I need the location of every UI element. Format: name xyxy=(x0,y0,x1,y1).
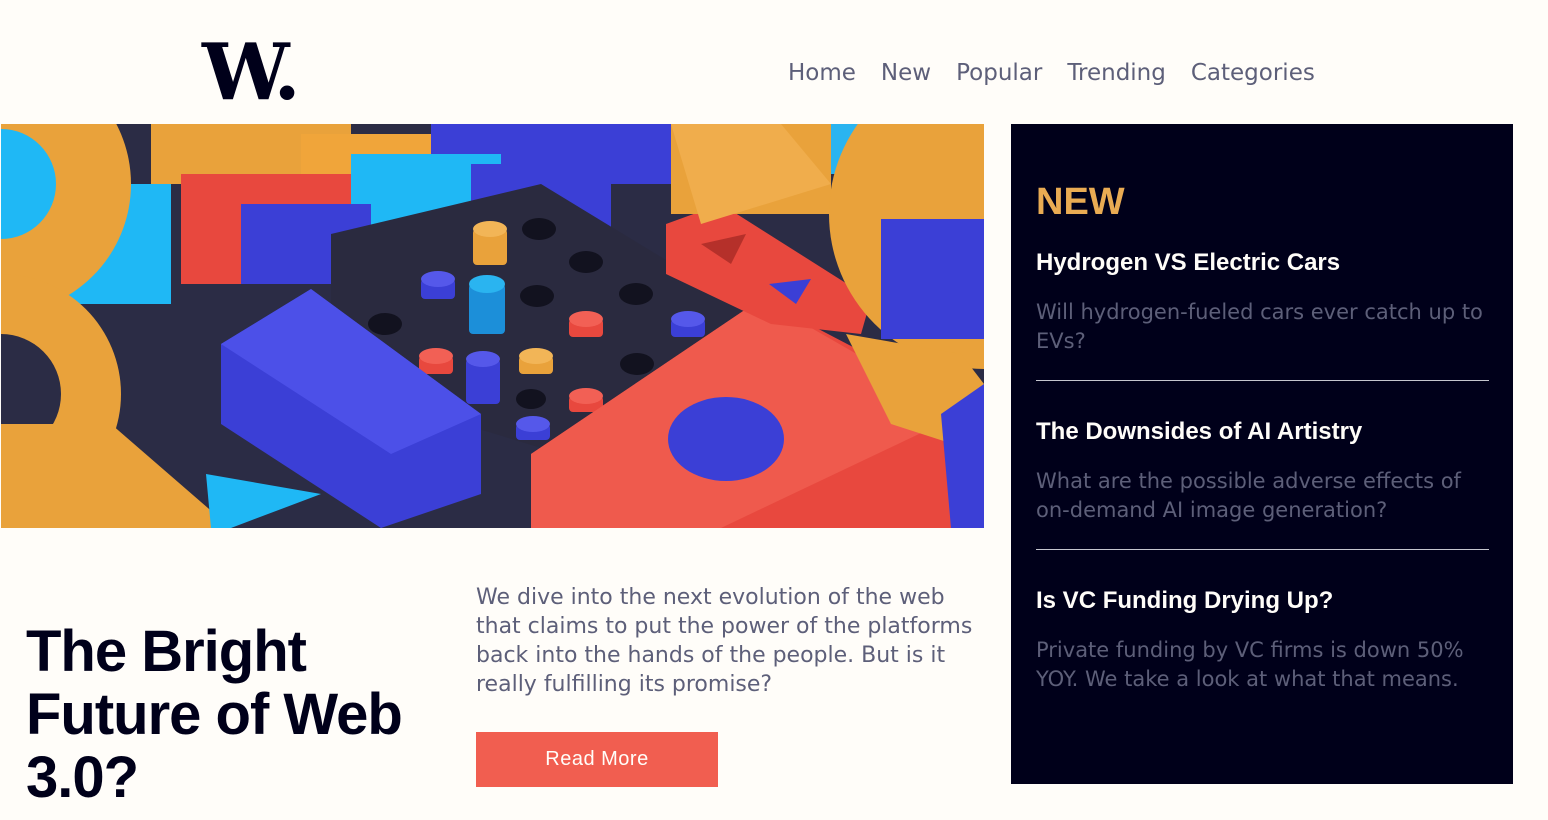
nav-home[interactable]: Home xyxy=(788,58,856,88)
new-article-item[interactable]: Is VC Funding Drying Up? Private funding… xyxy=(1036,586,1489,694)
nav-trending[interactable]: Trending xyxy=(1067,58,1166,88)
hero-image xyxy=(1,124,984,528)
divider xyxy=(1036,549,1489,550)
new-panel-heading: NEW xyxy=(1036,181,1125,223)
new-article-item[interactable]: Hydrogen VS Electric Cars Will hydrogen-… xyxy=(1036,248,1489,356)
nav-new[interactable]: New xyxy=(881,58,931,88)
new-articles-panel: NEW Hydrogen VS Electric Cars Will hydro… xyxy=(1011,124,1513,784)
divider xyxy=(1036,380,1489,381)
main-nav: Home New Popular Trending Categories xyxy=(788,58,1315,88)
nav-categories[interactable]: Categories xyxy=(1191,58,1315,88)
hero-headline: The Bright Future of Web 3.0? xyxy=(26,619,403,810)
nav-popular[interactable]: Popular xyxy=(956,58,1042,88)
new-article-summary: What are the possible adverse effects of… xyxy=(1036,469,1461,522)
read-more-button[interactable]: Read More xyxy=(476,732,718,787)
new-article-summary: Private funding by VC firms is down 50% … xyxy=(1036,638,1464,691)
site-logo[interactable]: W. xyxy=(202,34,301,112)
hero-illustration xyxy=(1,124,984,528)
new-article-summary: Will hydrogen-fueled cars ever catch up … xyxy=(1036,300,1483,353)
new-article-title[interactable]: The Downsides of AI Artistry xyxy=(1036,417,1489,447)
hero-description: We dive into the next evolution of the w… xyxy=(476,585,973,697)
new-article-item[interactable]: The Downsides of AI Artistry What are th… xyxy=(1036,417,1489,525)
new-article-title[interactable]: Hydrogen VS Electric Cars xyxy=(1036,248,1489,278)
new-article-title[interactable]: Is VC Funding Drying Up? xyxy=(1036,586,1489,616)
